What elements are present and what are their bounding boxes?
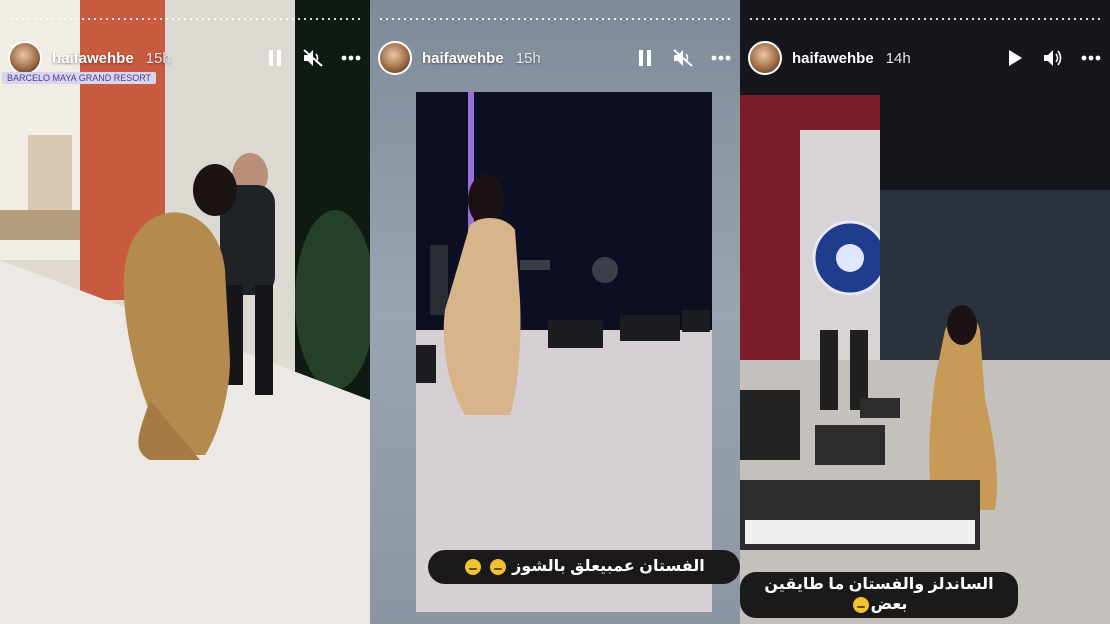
story-image-stage [416, 92, 712, 612]
avatar[interactable] [8, 41, 42, 75]
more-icon[interactable] [1080, 47, 1102, 69]
username[interactable]: haifawehbe [422, 50, 504, 67]
story-header: haifawehbe 15h [378, 38, 732, 78]
location-tag[interactable]: BARCELO MAYA GRAND RESORT [2, 72, 157, 84]
pause-icon[interactable] [634, 47, 656, 69]
story-image-concert-stage [740, 0, 1110, 624]
story-caption: الساندلز والفستان ما طايقين بعض [740, 572, 1018, 618]
more-icon[interactable] [710, 47, 732, 69]
story-panel-1[interactable]: haifawehbe 15h BARCELO MAYA GRAND RESORT [0, 0, 370, 624]
story-image-hallway [0, 0, 370, 624]
mute-icon[interactable] [672, 47, 694, 69]
mute-icon[interactable] [302, 47, 324, 69]
progress-bar [378, 18, 732, 20]
pause-icon[interactable] [264, 47, 286, 69]
progress-bar [8, 18, 362, 20]
story-caption: الفستان عمبيعلق بالشوز [428, 550, 740, 584]
story-panel-2[interactable]: haifawehbe 15h الفستان عمبيعلق بالشوز [370, 0, 740, 624]
caption-line-2: بعض [870, 596, 908, 613]
story-header: haifawehbe 14h [748, 38, 1102, 78]
story-panel-3[interactable]: haifawehbe 14h الساندلز والفستان ما طايق… [740, 0, 1110, 624]
play-icon[interactable] [1004, 47, 1026, 69]
avatar[interactable] [748, 41, 782, 75]
eye-roll-emoji-icon [465, 558, 482, 575]
timestamp: 15h [145, 49, 171, 67]
avatar[interactable] [378, 41, 412, 75]
grimace-emoji-icon [852, 596, 869, 613]
username[interactable]: haifawehbe [792, 50, 874, 67]
timestamp: 15h [515, 49, 541, 67]
grimace-emoji-icon [489, 558, 506, 575]
caption-text: الفستان عمبيعلق بالشوز [512, 558, 705, 575]
more-icon[interactable] [340, 47, 362, 69]
progress-bar [748, 18, 1102, 20]
caption-line-1: الساندلز والفستان ما طايقين [764, 576, 994, 593]
username[interactable]: haifawehbe [52, 50, 134, 67]
volume-icon[interactable] [1042, 47, 1064, 69]
timestamp: 14h [885, 49, 911, 67]
